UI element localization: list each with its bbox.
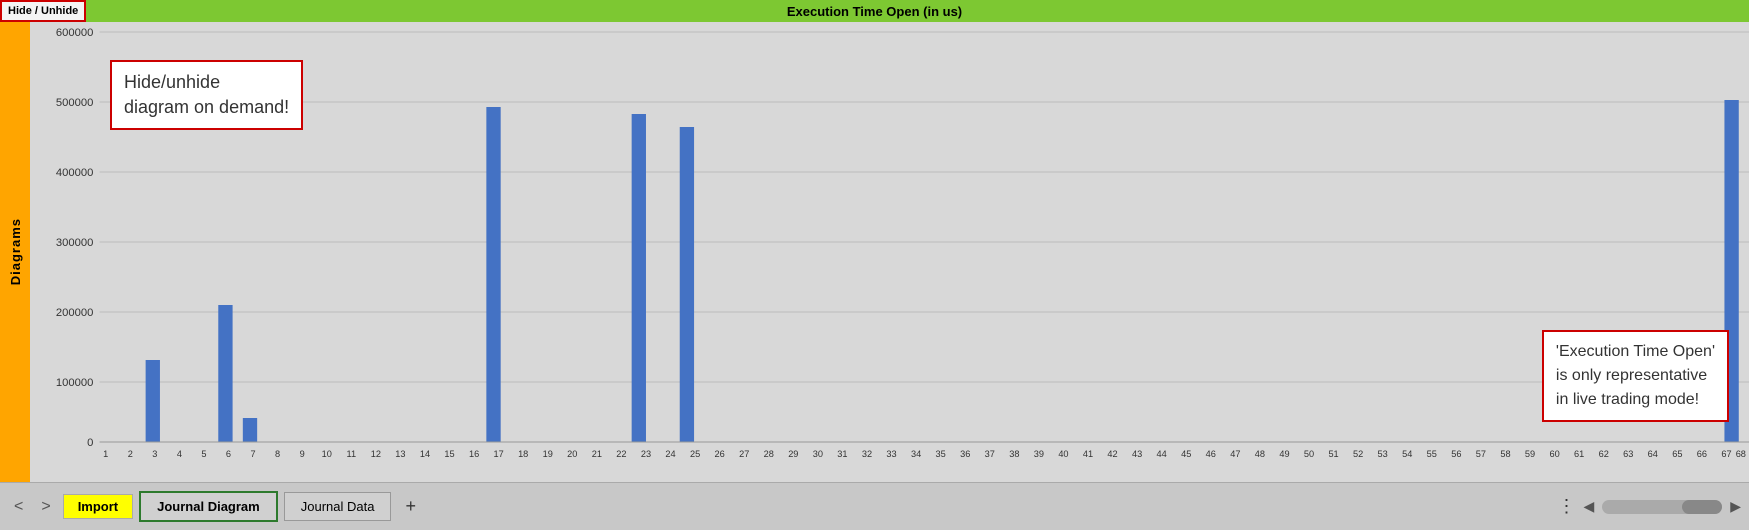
svg-text:600000: 600000 — [56, 27, 94, 39]
svg-text:36: 36 — [960, 449, 970, 459]
svg-text:1: 1 — [103, 449, 108, 459]
add-tab-button[interactable]: + — [397, 494, 424, 519]
svg-text:44: 44 — [1157, 449, 1167, 459]
svg-text:33: 33 — [886, 449, 896, 459]
svg-text:49: 49 — [1279, 449, 1289, 459]
svg-text:57: 57 — [1476, 449, 1486, 459]
svg-text:64: 64 — [1648, 449, 1658, 459]
svg-text:10: 10 — [322, 449, 332, 459]
svg-text:63: 63 — [1623, 449, 1633, 459]
svg-text:37: 37 — [985, 449, 995, 459]
chart-area: Hide/unhidediagram on demand! 'Execution… — [30, 22, 1749, 482]
svg-text:200000: 200000 — [56, 307, 94, 319]
svg-text:61: 61 — [1574, 449, 1584, 459]
svg-text:53: 53 — [1378, 449, 1388, 459]
svg-text:9: 9 — [300, 449, 305, 459]
bottom-bar: < > Import Journal Diagram Journal Data … — [0, 482, 1749, 530]
svg-text:52: 52 — [1353, 449, 1363, 459]
main-content: Diagrams Hide/unhidediagram on demand! '… — [0, 22, 1749, 482]
svg-text:7: 7 — [251, 449, 256, 459]
svg-text:46: 46 — [1206, 449, 1216, 459]
svg-text:3: 3 — [152, 449, 157, 459]
scroll-right-button[interactable]: ▶ — [1730, 498, 1741, 515]
sidebar-label: Diagrams — [8, 218, 23, 285]
svg-text:16: 16 — [469, 449, 479, 459]
chart-title: Execution Time Open (in us) — [787, 4, 962, 19]
svg-text:51: 51 — [1328, 449, 1338, 459]
svg-text:26: 26 — [715, 449, 725, 459]
svg-text:24: 24 — [665, 449, 675, 459]
svg-text:43: 43 — [1132, 449, 1142, 459]
svg-text:29: 29 — [788, 449, 798, 459]
svg-text:65: 65 — [1672, 449, 1682, 459]
svg-text:2: 2 — [128, 449, 133, 459]
svg-text:300000: 300000 — [56, 237, 94, 249]
svg-text:0: 0 — [87, 437, 93, 449]
svg-text:8: 8 — [275, 449, 280, 459]
svg-text:59: 59 — [1525, 449, 1535, 459]
scroll-left-button[interactable]: ◀ — [1583, 498, 1594, 515]
more-options-button[interactable]: ⋮ — [1557, 496, 1575, 517]
svg-text:68: 68 — [1736, 449, 1746, 459]
svg-text:20: 20 — [567, 449, 577, 459]
svg-text:55: 55 — [1427, 449, 1437, 459]
svg-text:41: 41 — [1083, 449, 1093, 459]
svg-text:12: 12 — [371, 449, 381, 459]
svg-text:60: 60 — [1549, 449, 1559, 459]
import-button[interactable]: Import — [63, 494, 133, 519]
tab-journal-data[interactable]: Journal Data — [284, 492, 392, 521]
svg-text:38: 38 — [1009, 449, 1019, 459]
svg-text:27: 27 — [739, 449, 749, 459]
tab-journal-diagram[interactable]: Journal Diagram — [139, 491, 278, 522]
svg-text:22: 22 — [616, 449, 626, 459]
svg-text:31: 31 — [837, 449, 847, 459]
nav-forward-button[interactable]: > — [35, 496, 56, 518]
svg-text:17: 17 — [494, 449, 504, 459]
bottom-right-controls: ⋮ ◀ ▶ — [1557, 496, 1741, 517]
svg-text:40: 40 — [1058, 449, 1068, 459]
svg-text:32: 32 — [862, 449, 872, 459]
svg-text:35: 35 — [936, 449, 946, 459]
svg-text:11: 11 — [347, 449, 357, 459]
svg-text:66: 66 — [1697, 449, 1707, 459]
svg-text:100000: 100000 — [56, 377, 94, 389]
svg-text:42: 42 — [1107, 449, 1117, 459]
svg-text:400000: 400000 — [56, 167, 94, 179]
svg-text:34: 34 — [911, 449, 921, 459]
scrollbar-track[interactable] — [1602, 500, 1722, 514]
scrollbar-thumb[interactable] — [1682, 500, 1722, 514]
svg-text:13: 13 — [395, 449, 405, 459]
svg-text:47: 47 — [1230, 449, 1240, 459]
sidebar: Diagrams — [0, 22, 30, 482]
svg-text:48: 48 — [1255, 449, 1265, 459]
svg-text:21: 21 — [592, 449, 602, 459]
svg-text:4: 4 — [177, 449, 182, 459]
svg-text:50: 50 — [1304, 449, 1314, 459]
svg-text:56: 56 — [1451, 449, 1461, 459]
svg-text:39: 39 — [1034, 449, 1044, 459]
tooltip-hide-diagram: Hide/unhidediagram on demand! — [110, 60, 303, 130]
svg-text:15: 15 — [444, 449, 454, 459]
svg-text:19: 19 — [543, 449, 553, 459]
nav-back-button[interactable]: < — [8, 496, 29, 518]
top-header: Hide / Unhide Execution Time Open (in us… — [0, 0, 1749, 22]
svg-text:23: 23 — [641, 449, 651, 459]
svg-text:18: 18 — [518, 449, 528, 459]
svg-text:67: 67 — [1721, 449, 1731, 459]
svg-text:6: 6 — [226, 449, 231, 459]
svg-text:500000: 500000 — [56, 97, 94, 109]
svg-text:30: 30 — [813, 449, 823, 459]
svg-text:28: 28 — [764, 449, 774, 459]
tooltip-execution-time: 'Execution Time Open'is only representat… — [1542, 330, 1729, 422]
svg-text:45: 45 — [1181, 449, 1191, 459]
svg-text:58: 58 — [1500, 449, 1510, 459]
svg-text:25: 25 — [690, 449, 700, 459]
hide-unhide-button[interactable]: Hide / Unhide — [0, 0, 86, 22]
svg-text:5: 5 — [201, 449, 206, 459]
svg-text:62: 62 — [1599, 449, 1609, 459]
svg-text:14: 14 — [420, 449, 430, 459]
svg-text:54: 54 — [1402, 449, 1412, 459]
